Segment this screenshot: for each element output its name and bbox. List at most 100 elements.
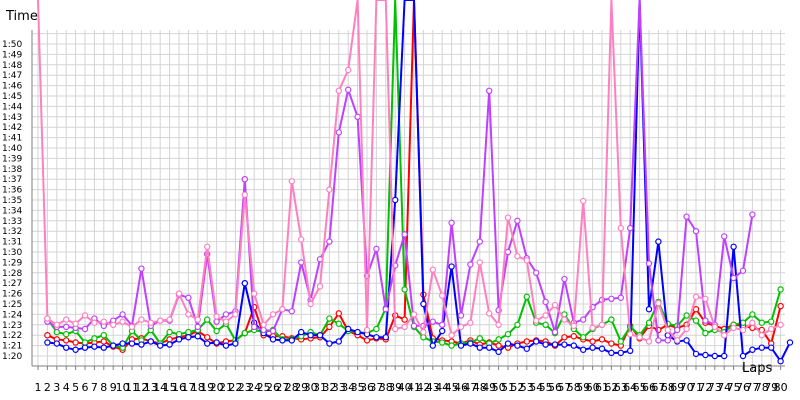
data-point: [401, 231, 408, 238]
data-point: [354, 113, 361, 121]
data-point: [213, 318, 220, 325]
data-point: [542, 298, 549, 306]
data-point: [316, 332, 324, 339]
data-point: [702, 351, 709, 359]
data-point: [241, 329, 248, 337]
data-point: [288, 178, 295, 185]
data-point: [739, 352, 747, 360]
data-point: [401, 323, 408, 331]
data-point: [109, 342, 117, 349]
data-point: [570, 342, 578, 349]
data-point: [758, 332, 766, 339]
y-tick-label: 1:31: [2, 238, 22, 248]
data-point: [194, 333, 201, 340]
data-point: [608, 340, 615, 347]
data-point: [542, 312, 549, 319]
data-point: [702, 317, 709, 324]
data-point: [617, 224, 625, 232]
data-point: [692, 293, 700, 300]
data-point: [392, 325, 399, 333]
data-point: [514, 217, 521, 224]
data-point: [514, 342, 521, 349]
data-point: [382, 306, 389, 313]
data-point: [692, 350, 700, 358]
data-point: [81, 344, 89, 351]
data-point: [504, 330, 512, 338]
data-point: [307, 332, 314, 339]
data-point: [410, 322, 418, 330]
y-tick-label: 1:27: [2, 279, 22, 289]
data-point: [486, 344, 493, 351]
data-point: [175, 336, 183, 343]
data-point: [335, 129, 342, 136]
data-point: [655, 238, 662, 245]
data-point: [203, 340, 211, 347]
data-point: [617, 294, 625, 301]
y-tick-label: 1:33: [2, 217, 22, 227]
data-point: [100, 338, 108, 345]
data-point: [448, 263, 455, 270]
data-point: [81, 325, 89, 333]
data-point: [589, 344, 596, 351]
data-point: [203, 243, 211, 250]
data-point: [138, 316, 145, 323]
data-point: [702, 295, 709, 302]
data-point: [288, 337, 295, 344]
data-point: [749, 319, 756, 326]
data-point: [495, 342, 502, 349]
data-point: [542, 341, 549, 348]
data-point: [730, 324, 737, 332]
data-point: [62, 330, 70, 338]
data-point: [777, 286, 784, 293]
data-point: [730, 274, 737, 282]
y-tick-label: 1:20: [2, 352, 22, 362]
data-point: [514, 252, 521, 260]
data-point: [288, 308, 295, 315]
data-point: [166, 341, 173, 348]
data-point: [335, 338, 342, 345]
y-axis-ticks: 1:201:211:221:231:241:251:261:271:281:29…: [2, 40, 22, 362]
data-point: [156, 317, 164, 324]
data-point: [373, 325, 380, 333]
data-point: [504, 214, 512, 221]
data-point: [674, 337, 681, 344]
data-point: [232, 311, 239, 318]
data-point: [758, 344, 766, 351]
data-point: [44, 315, 51, 322]
data-point: [213, 327, 220, 335]
data-point: [608, 316, 615, 323]
data-point: [739, 267, 747, 274]
data-point: [683, 325, 690, 333]
y-tick-label: 1:30: [2, 248, 22, 258]
data-point: [589, 324, 596, 332]
data-point: [692, 306, 700, 313]
data-point: [298, 259, 305, 266]
data-point: [429, 266, 436, 273]
data-point: [250, 323, 258, 331]
data-point: [674, 326, 681, 334]
data-point: [307, 300, 314, 308]
data-point: [269, 327, 277, 335]
data-point: [495, 336, 502, 343]
data-point: [495, 321, 502, 328]
y-tick-label: 1:47: [2, 71, 22, 81]
data-point: [476, 335, 483, 342]
data-point: [523, 257, 531, 264]
data-point: [194, 323, 201, 331]
y-tick-label: 1:32: [2, 227, 22, 237]
data-point: [598, 321, 606, 328]
data-point: [711, 352, 719, 360]
x-tick-label: 7: [91, 381, 98, 394]
data-point: [495, 348, 502, 356]
data-point: [749, 211, 756, 218]
data-point: [185, 328, 192, 336]
data-point: [448, 219, 455, 227]
data-point: [439, 327, 446, 335]
data-point: [345, 66, 352, 74]
data-point: [72, 346, 79, 353]
y-tick-label: 1:38: [2, 165, 22, 175]
data-point: [363, 326, 371, 334]
data-point: [382, 334, 389, 341]
data-point: [81, 312, 89, 319]
data-point: [316, 283, 324, 290]
